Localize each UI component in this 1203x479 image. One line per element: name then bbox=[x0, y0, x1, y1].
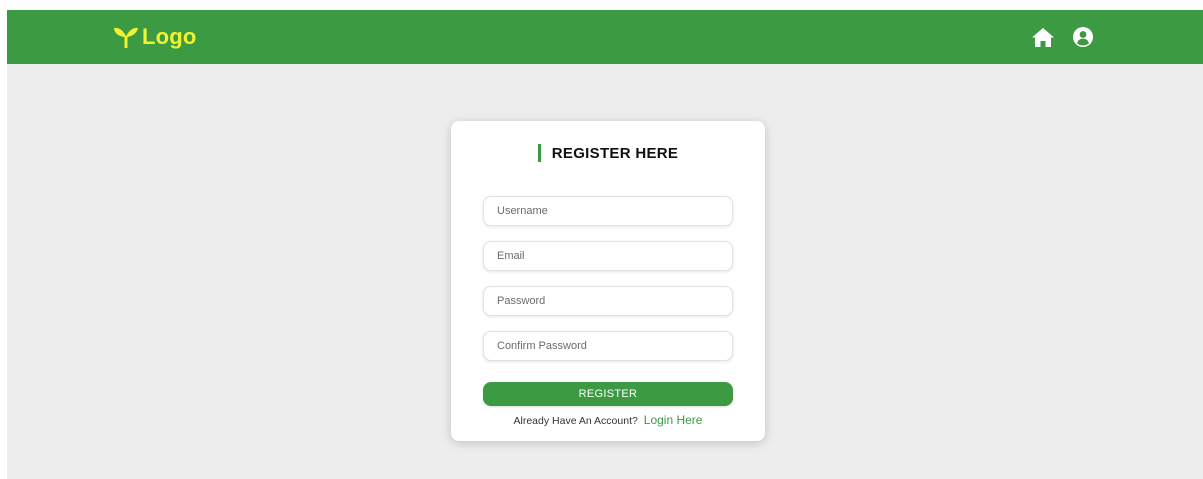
user-circle-icon[interactable] bbox=[1071, 25, 1095, 49]
home-icon[interactable] bbox=[1031, 25, 1055, 49]
brand-text: Logo bbox=[142, 24, 197, 49]
login-prompt-text: Already Have An Account? bbox=[513, 415, 638, 427]
password-input[interactable] bbox=[483, 286, 733, 316]
top-navbar: Logo bbox=[7, 10, 1203, 64]
heading-accent-bar bbox=[537, 144, 541, 162]
username-input[interactable] bbox=[483, 196, 733, 226]
sprout-icon bbox=[113, 26, 139, 48]
register-button[interactable]: REGISTER bbox=[483, 382, 733, 406]
confirm-password-input[interactable] bbox=[483, 331, 733, 361]
login-prompt-row: Already Have An Account? Login Here bbox=[451, 413, 765, 427]
email-input[interactable] bbox=[483, 241, 733, 271]
nav-icons bbox=[1031, 25, 1095, 49]
register-card: REGISTER HERE REGISTER Already Have An A… bbox=[451, 121, 765, 441]
login-here-link[interactable]: Login Here bbox=[644, 413, 703, 427]
register-title: REGISTER HERE bbox=[551, 144, 679, 162]
card-heading: REGISTER HERE bbox=[451, 144, 765, 162]
page-frame: Logo REGISTER HERE R bbox=[7, 10, 1203, 479]
brand-logo[interactable]: Logo bbox=[113, 22, 197, 52]
